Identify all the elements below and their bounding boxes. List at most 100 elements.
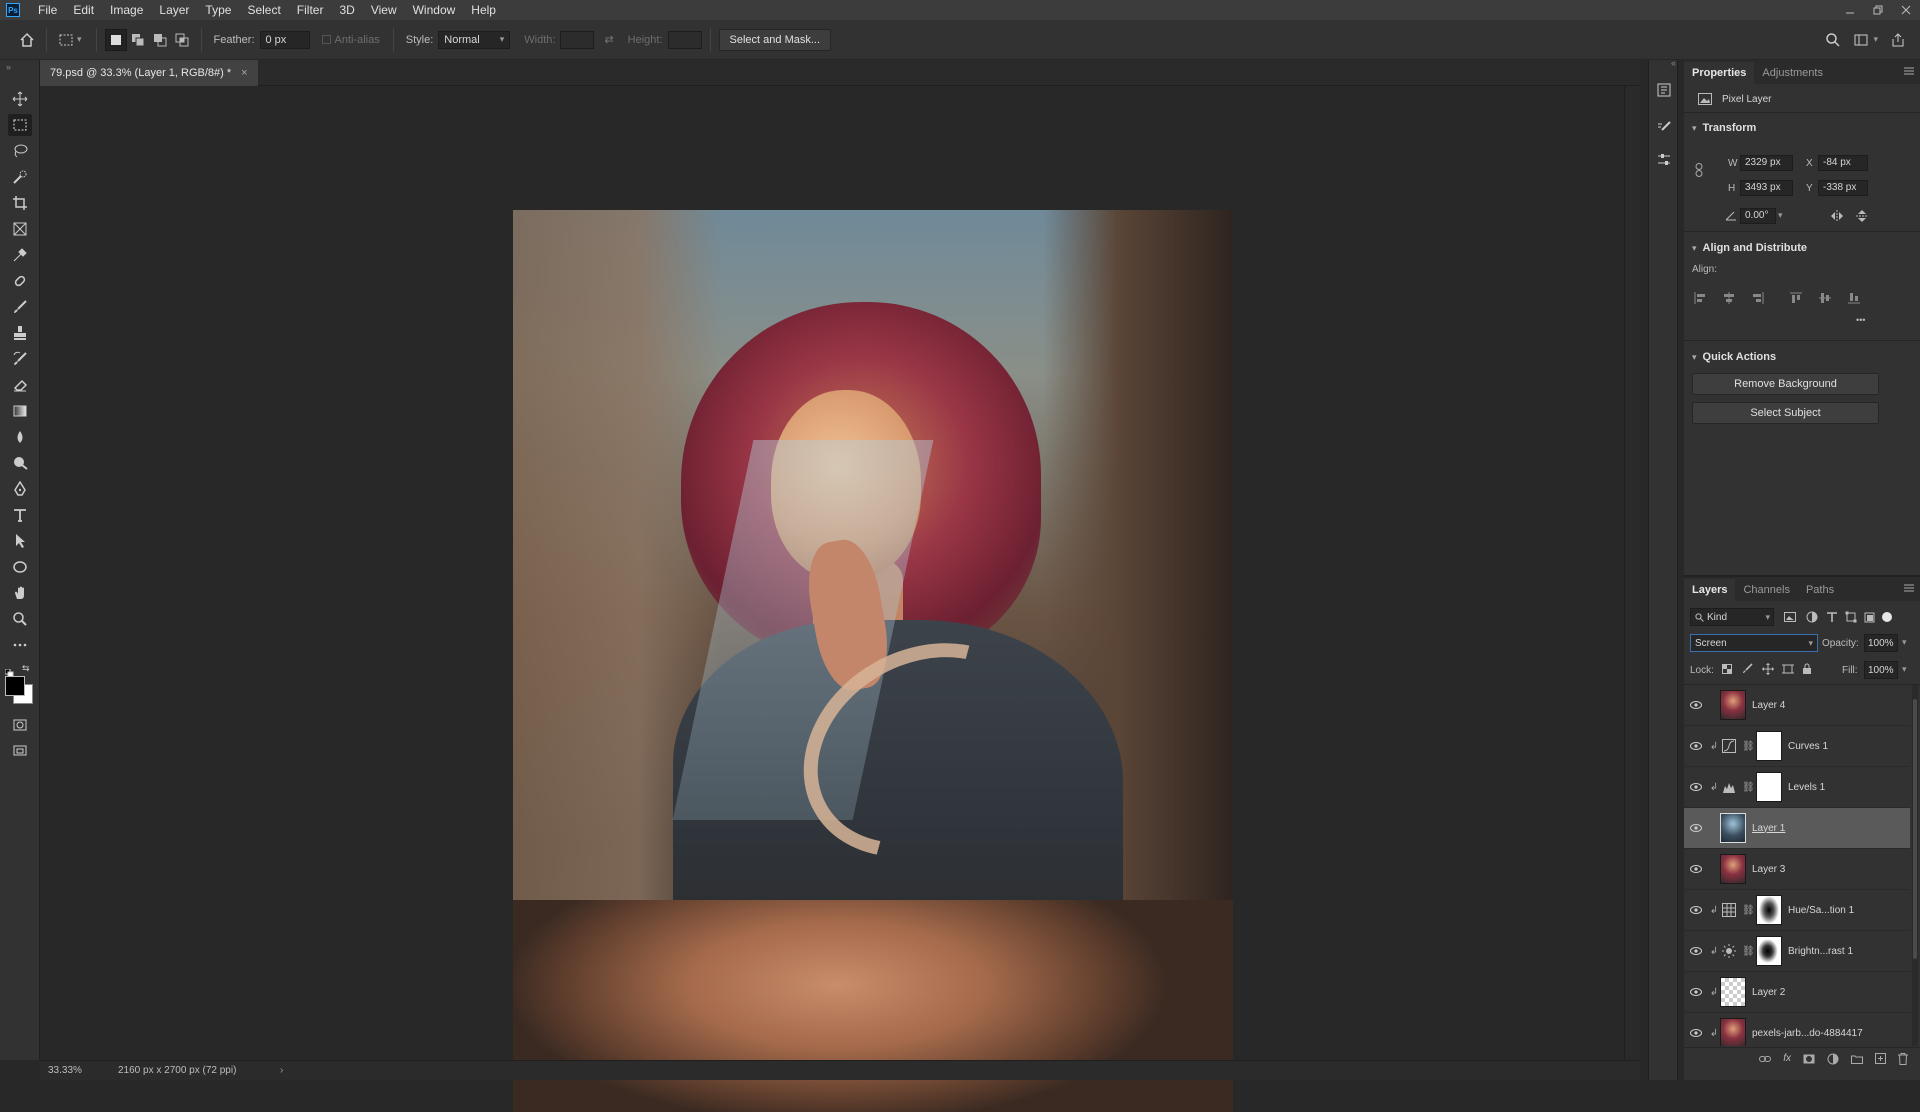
fill-field[interactable]: 100%: [1864, 661, 1898, 679]
gradient-tool[interactable]: [8, 400, 32, 422]
zoom-level[interactable]: 33.33%: [48, 1065, 96, 1076]
style-select[interactable]: Normal ▾: [438, 30, 511, 49]
menu-layer[interactable]: Layer: [151, 3, 197, 17]
frame-tool[interactable]: [8, 218, 32, 240]
select-and-mask-button[interactable]: Select and Mask...: [718, 28, 832, 51]
filter-adjustment-icon[interactable]: [1806, 611, 1818, 623]
visibility-eye-icon[interactable]: [1684, 865, 1708, 873]
menu-view[interactable]: View: [363, 3, 405, 17]
collapse-icon[interactable]: »: [6, 62, 11, 72]
menu-filter[interactable]: Filter: [289, 3, 332, 17]
menu-window[interactable]: Window: [405, 3, 464, 17]
blur-tool[interactable]: [8, 426, 32, 448]
brush-settings-icon[interactable]: [1656, 120, 1672, 136]
subtract-selection-button[interactable]: [149, 29, 171, 51]
flip-horizontal-icon[interactable]: [1830, 210, 1844, 222]
workspace-icon[interactable]: [1853, 32, 1869, 48]
anti-alias-checkbox[interactable]: [321, 35, 331, 44]
visibility-eye-icon[interactable]: [1684, 824, 1708, 832]
clone-stamp-tool[interactable]: [8, 322, 32, 344]
quick-actions-section-header[interactable]: ▾ Quick Actions: [1684, 346, 1920, 368]
lock-pixels-icon[interactable]: [1742, 663, 1753, 674]
crop-tool[interactable]: [8, 192, 32, 214]
intersect-selection-button[interactable]: [171, 29, 193, 51]
height-input[interactable]: [667, 30, 702, 49]
swap-colors-icon[interactable]: ⇆: [22, 663, 30, 674]
align-left-icon[interactable]: [1694, 292, 1706, 304]
screen-mode-button[interactable]: [8, 740, 32, 762]
brush-tool[interactable]: [8, 296, 32, 318]
visibility-eye-icon[interactable]: [1684, 947, 1708, 955]
pen-tool[interactable]: [8, 478, 32, 500]
search-icon[interactable]: [1825, 32, 1841, 48]
y-position-field[interactable]: -338 px: [1818, 180, 1868, 196]
lock-position-icon[interactable]: [1762, 663, 1774, 675]
ellipse-tool[interactable]: [8, 556, 32, 578]
angle-field[interactable]: 0.00°: [1740, 208, 1776, 224]
move-tool[interactable]: [8, 88, 32, 110]
lock-artboard-icon[interactable]: [1782, 663, 1794, 675]
tab-layers[interactable]: Layers: [1684, 579, 1736, 601]
select-subject-button[interactable]: Select Subject: [1692, 402, 1879, 424]
quick-selection-tool[interactable]: [8, 166, 32, 188]
default-colors-icon[interactable]: [4, 664, 15, 678]
mask-link-icon[interactable]: ⛓: [1742, 905, 1755, 916]
hand-tool[interactable]: [8, 582, 32, 604]
filter-pixel-icon[interactable]: [1784, 612, 1796, 622]
lock-transparency-icon[interactable]: [1722, 664, 1732, 674]
filter-smart-object-icon[interactable]: [1864, 611, 1876, 623]
filter-type-icon[interactable]: [1826, 611, 1838, 623]
visibility-eye-icon[interactable]: [1684, 906, 1708, 914]
fx-icon[interactable]: fx: [1783, 1053, 1791, 1064]
height-field[interactable]: 3493 px: [1740, 180, 1793, 196]
menu-select[interactable]: Select: [239, 3, 288, 17]
history-brush-tool[interactable]: [8, 348, 32, 370]
new-group-icon[interactable]: [1851, 1054, 1863, 1064]
share-icon[interactable]: [1890, 32, 1906, 48]
link-icon[interactable]: [1695, 163, 1703, 177]
minimize-button[interactable]: [1836, 0, 1864, 20]
mask-link-icon[interactable]: ⛓: [1742, 741, 1755, 752]
close-window-button[interactable]: [1892, 0, 1920, 20]
link-layers-icon[interactable]: [1759, 1054, 1772, 1064]
document-image[interactable]: [513, 210, 1233, 1112]
mask-link-icon[interactable]: ⛓: [1742, 946, 1755, 957]
new-selection-button[interactable]: [104, 28, 127, 51]
path-selection-tool[interactable]: [8, 530, 32, 552]
remove-background-button[interactable]: Remove Background: [1692, 373, 1879, 395]
tab-paths[interactable]: Paths: [1798, 579, 1842, 601]
layers-scrollbar-thumb[interactable]: [1913, 699, 1917, 959]
type-tool[interactable]: [8, 504, 32, 526]
align-bottom-icon[interactable]: [1848, 292, 1860, 304]
chevron-down-icon[interactable]: ▾: [1778, 210, 1783, 221]
menu-file[interactable]: File: [30, 3, 65, 17]
quick-mask-button[interactable]: [8, 714, 32, 736]
layer-row-selected[interactable]: Layer 1: [1684, 808, 1910, 849]
new-adjustment-layer-icon[interactable]: [1827, 1053, 1839, 1065]
mask-link-icon[interactable]: ⛓: [1742, 782, 1755, 793]
layer-row[interactable]: ↲ ⛓ Brightn...rast 1: [1684, 931, 1910, 972]
rectangular-marquee-tool[interactable]: [8, 114, 32, 136]
visibility-eye-icon[interactable]: [1684, 742, 1708, 750]
history-icon[interactable]: [1656, 82, 1672, 98]
restore-button[interactable]: [1864, 0, 1892, 20]
layer-row[interactable]: Layer 3: [1684, 849, 1910, 890]
menu-help[interactable]: Help: [463, 3, 504, 17]
layer-row[interactable]: ↲ ⛓ Curves 1: [1684, 726, 1910, 767]
edit-toolbar-button[interactable]: [8, 634, 32, 656]
eyedropper-tool[interactable]: [8, 244, 32, 266]
canvas-vertical-scrollbar[interactable]: [1624, 86, 1640, 1060]
chevron-down-icon[interactable]: ▾: [1873, 34, 1878, 45]
align-section-header[interactable]: ▾ Align and Distribute: [1684, 237, 1920, 259]
panel-menu-icon[interactable]: [1904, 583, 1914, 593]
dodge-tool[interactable]: [8, 452, 32, 474]
layer-row[interactable]: ↲ Layer 2: [1684, 972, 1910, 1013]
visibility-eye-icon[interactable]: [1684, 701, 1708, 709]
menu-3d[interactable]: 3D: [331, 3, 362, 17]
feather-input[interactable]: 0 px: [259, 30, 310, 49]
collapse-panels-icon[interactable]: «: [1671, 58, 1676, 68]
width-field[interactable]: 2329 px: [1740, 155, 1793, 171]
align-top-icon[interactable]: [1790, 292, 1802, 304]
marquee-preset-button[interactable]: [55, 29, 77, 51]
chevron-down-icon[interactable]: ▾: [1902, 664, 1907, 675]
